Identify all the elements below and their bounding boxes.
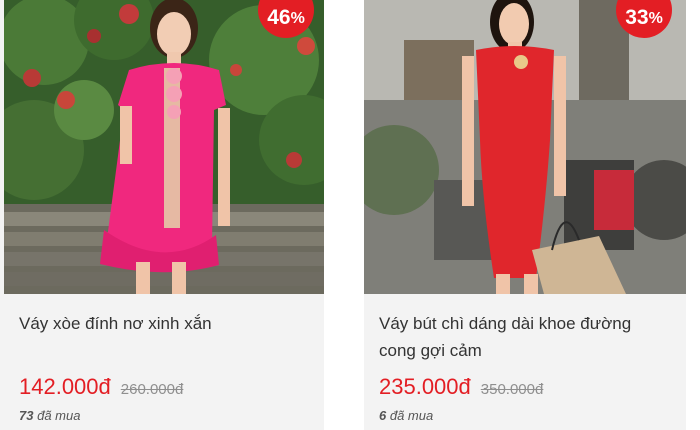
product-image[interactable] xyxy=(4,0,324,294)
discount-value: 33 xyxy=(625,6,649,29)
product-card[interactable]: 46% Váy xòe đính nơ xinh xắn 142.000đ 26… xyxy=(4,0,324,430)
original-price: 350.000đ xyxy=(480,381,544,398)
card-gap xyxy=(324,0,364,430)
page-margin xyxy=(686,0,700,430)
product-grid: 46% Váy xòe đính nơ xinh xắn 142.000đ 26… xyxy=(0,0,700,430)
price-row: 235.000đ 350.000đ xyxy=(379,374,543,400)
discount-percent-sign: % xyxy=(290,10,305,27)
product-card[interactable]: 33% Váy bút chì dáng dài khoe đường cong… xyxy=(364,0,686,430)
product-title[interactable]: Váy xòe đính nơ xinh xắn xyxy=(19,310,310,337)
price-row: 142.000đ 260.000đ xyxy=(19,374,183,400)
product-title[interactable]: Váy bút chì dáng dài khoe đường cong gợi… xyxy=(379,310,672,364)
original-price: 260.000đ xyxy=(120,381,184,398)
product-image[interactable] xyxy=(364,0,686,294)
sold-label: đã mua xyxy=(37,408,81,423)
sale-price: 142.000đ xyxy=(19,374,111,399)
discount-value: 46 xyxy=(267,6,291,29)
sale-price: 235.000đ xyxy=(379,374,471,399)
discount-percent-sign: % xyxy=(648,10,663,27)
sold-number: 73 xyxy=(19,408,34,423)
sold-count: 6 đã mua xyxy=(379,408,433,423)
sold-label: đã mua xyxy=(389,408,434,423)
sold-count: 73 đã mua xyxy=(19,408,80,423)
sold-number: 6 xyxy=(379,408,387,423)
